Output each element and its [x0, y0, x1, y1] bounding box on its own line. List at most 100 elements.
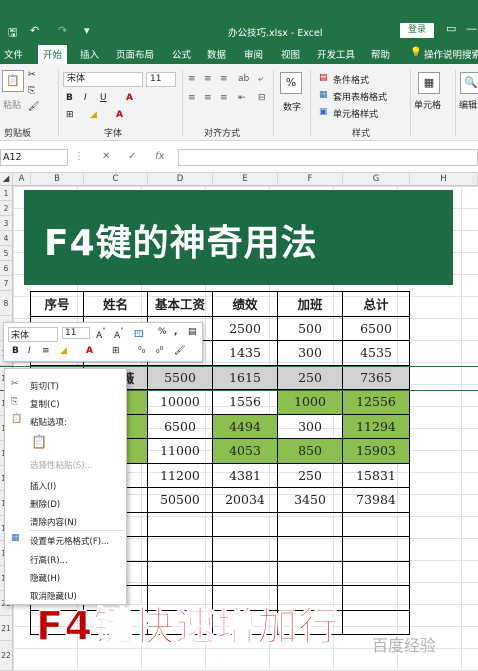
table-cell[interactable]: [147, 511, 213, 537]
tab-file[interactable]: 文件: [4, 47, 23, 61]
col-header-h[interactable]: H: [410, 173, 478, 186]
mini-increase-decimal-icon[interactable]: ⁰₀: [138, 346, 145, 356]
table-cell[interactable]: 4535: [342, 340, 410, 366]
indent-icon[interactable]: ⇤: [238, 93, 246, 103]
cut-icon[interactable]: ✂: [28, 70, 36, 80]
table-cell[interactable]: 7365: [342, 364, 410, 390]
menu-item-format-cells[interactable]: 设置单元格格式(F)...: [30, 535, 109, 547]
borders-icon[interactable]: ⊞: [66, 110, 74, 120]
table-cell[interactable]: [212, 511, 278, 537]
text-color-icon[interactable]: A: [116, 110, 123, 120]
col-header-b[interactable]: B: [31, 173, 84, 186]
cells-icon[interactable]: ▦: [418, 72, 440, 94]
mini-font-color-icon[interactable]: A: [86, 346, 93, 356]
table-cell[interactable]: [342, 560, 410, 586]
table-cell[interactable]: 15831: [342, 462, 410, 488]
table-cell[interactable]: 15903: [342, 438, 410, 464]
table-cell[interactable]: 500: [277, 315, 343, 341]
table-cell[interactable]: [342, 585, 410, 611]
mini-bold-button[interactable]: B: [12, 346, 19, 356]
mini-decrease-font-icon[interactable]: A˅: [114, 327, 124, 341]
table-cell[interactable]: 11000: [147, 438, 213, 464]
tab-tell-me[interactable]: 操作说明搜索: [424, 47, 478, 61]
menu-item-clear-contents[interactable]: 清除内容(N): [30, 516, 77, 528]
col-header-c[interactable]: C: [84, 173, 148, 186]
login-button[interactable]: 登录: [400, 23, 434, 38]
mini-font-select[interactable]: 宋体: [8, 327, 58, 342]
mini-format-painter-icon[interactable]: 🖌: [174, 346, 185, 356]
menu-item-insert[interactable]: 插入(I): [30, 480, 56, 492]
table-cell[interactable]: [212, 560, 278, 586]
formula-bar-more-icon[interactable]: ⋮: [74, 151, 84, 162]
align-bottom-icon[interactable]: ≡: [220, 74, 228, 84]
menu-item-row-height[interactable]: 行高(R)...: [30, 554, 68, 566]
row-header[interactable]: 8: [0, 291, 13, 316]
redo-icon[interactable]: ↷: [58, 24, 67, 37]
row-header[interactable]: 2: [0, 201, 13, 216]
header-cell[interactable]: 序号: [30, 291, 84, 317]
col-header-e[interactable]: E: [213, 173, 278, 186]
table-cell[interactable]: 1615: [212, 364, 278, 390]
align-top-icon[interactable]: ≡: [188, 74, 196, 84]
align-middle-icon[interactable]: ≡: [204, 74, 212, 84]
table-cell[interactable]: 50500: [147, 487, 213, 513]
table-cell[interactable]: [277, 536, 343, 562]
table-cell[interactable]: 20034: [212, 487, 278, 513]
cells-button[interactable]: 单元格: [414, 98, 441, 111]
save-icon[interactable]: 🖫: [8, 24, 17, 43]
insert-function-icon[interactable]: fx: [155, 151, 164, 162]
row-header[interactable]: 1: [0, 186, 13, 201]
table-cell[interactable]: 850: [277, 438, 343, 464]
mini-comma-icon[interactable]: ,: [174, 327, 177, 337]
number-format-button[interactable]: 数字: [283, 100, 301, 113]
header-cell[interactable]: 绩效: [212, 291, 278, 317]
row-header[interactable]: 4: [0, 231, 13, 246]
header-cell[interactable]: 姓名: [83, 291, 148, 317]
font-size-select[interactable]: 11: [146, 72, 176, 87]
mini-percent-icon[interactable]: %: [158, 327, 167, 337]
table-cell[interactable]: [277, 511, 343, 537]
table-cell[interactable]: 4053: [212, 438, 278, 464]
table-cell[interactable]: [342, 511, 410, 537]
table-cell[interactable]: [147, 560, 213, 586]
align-left-icon[interactable]: ≡: [188, 93, 196, 103]
tab-insert[interactable]: 插入: [80, 47, 99, 61]
font-color-button[interactable]: A: [126, 93, 133, 103]
conditional-format-button[interactable]: 条件格式: [333, 73, 369, 86]
paste-icon[interactable]: 📋: [31, 435, 47, 450]
align-right-icon[interactable]: ≡: [220, 93, 228, 103]
table-cell[interactable]: 1556: [212, 389, 278, 415]
copy-icon[interactable]: ⎘: [28, 86, 35, 96]
row-header[interactable]: 5: [0, 246, 13, 261]
cell-style-button[interactable]: 单元格样式: [333, 107, 378, 120]
row-header[interactable]: 6: [0, 261, 13, 276]
underline-button[interactable]: U: [100, 93, 107, 103]
menu-item-cut[interactable]: 剪切(T): [30, 380, 59, 392]
table-cell[interactable]: 300: [277, 413, 343, 439]
table-cell[interactable]: 10000: [147, 389, 213, 415]
tab-developer[interactable]: 开发工具: [317, 47, 355, 61]
align-center-icon[interactable]: ≡: [204, 93, 212, 103]
table-cell[interactable]: 3450: [277, 487, 343, 513]
merge-icon[interactable]: ⊟: [258, 93, 266, 103]
cancel-icon[interactable]: ✕: [102, 151, 110, 162]
search-icon[interactable]: 🔍: [460, 72, 478, 94]
tab-view[interactable]: 视图: [281, 47, 300, 61]
table-cell[interactable]: [342, 609, 410, 635]
font-name-select[interactable]: 宋体: [63, 72, 143, 87]
table-format-button[interactable]: 套用表格格式: [333, 90, 387, 103]
mini-increase-font-icon[interactable]: A˄: [96, 327, 106, 341]
row-header[interactable]: 7: [0, 276, 13, 291]
table-cell[interactable]: 2500: [212, 315, 278, 341]
quick-access-more-icon[interactable]: ▾: [84, 24, 90, 37]
tab-review[interactable]: 审阅: [244, 47, 263, 61]
table-cell[interactable]: 250: [277, 364, 343, 390]
mini-accounting-icon[interactable]: 🖽: [134, 327, 144, 343]
ribbon-display-options-icon[interactable]: ▭: [446, 22, 456, 35]
table-cell[interactable]: 11200: [147, 462, 213, 488]
format-painter-icon[interactable]: 🖌: [28, 102, 39, 112]
table-cell[interactable]: 12556: [342, 389, 410, 415]
header-cell[interactable]: 总计: [342, 291, 410, 317]
row-header[interactable]: 22: [0, 641, 13, 671]
italic-button[interactable]: I: [84, 93, 87, 103]
